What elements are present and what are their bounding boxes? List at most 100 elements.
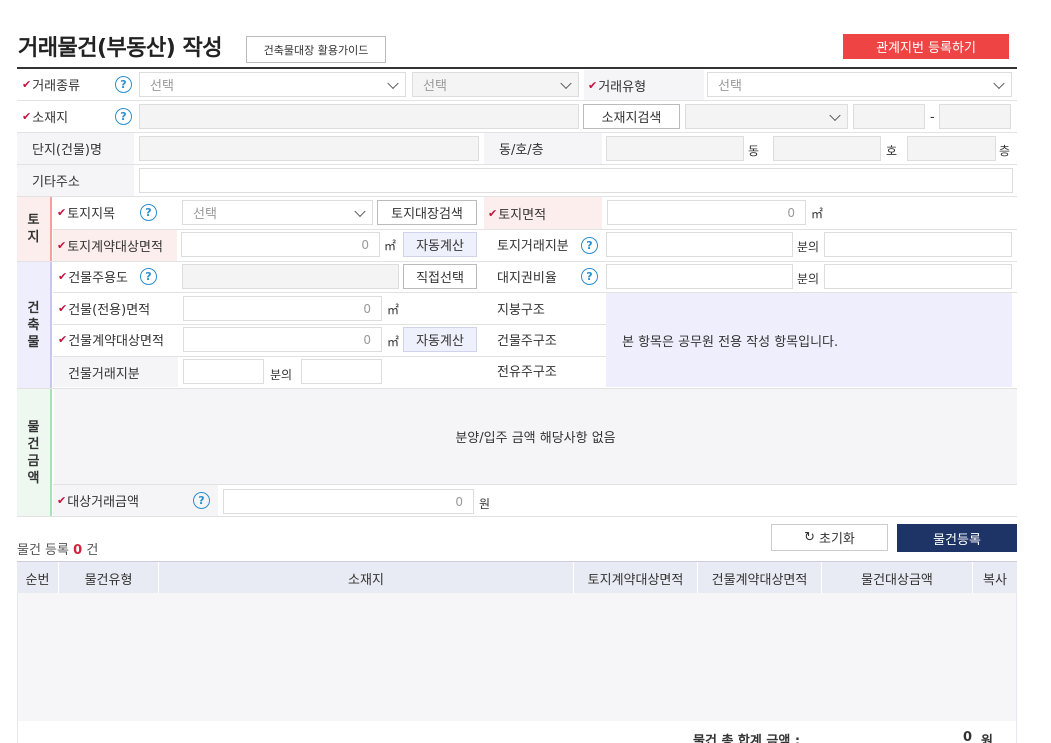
target-amount-input[interactable]: 0 [223,489,474,514]
land-area-label: ✔ 토지면적 [484,197,602,229]
target-amount-unit: 원 [479,497,491,511]
total-amount-unit: 원 [981,734,993,743]
chevron-down-icon [829,109,841,121]
page-title: 거래물건(부동산) 작성 [18,36,222,61]
ho-input[interactable] [773,136,881,161]
total-amount-value: 0 [963,730,973,743]
jibun-dash: - [930,110,935,125]
land-category-select[interactable]: 선택 [182,200,373,225]
chevron-down-icon [993,77,1005,89]
land-share-denominator-input[interactable] [824,232,1012,257]
direct-select-button[interactable]: 직접선택 [403,264,477,289]
help-icon[interactable]: ? [115,76,132,93]
dong-input[interactable] [606,136,744,161]
help-icon[interactable]: ? [581,268,598,285]
complex-name-label: 단지(건물)명 [17,133,134,164]
building-contract-area-label: ✔ 건물계약대상면적 [58,333,164,349]
help-icon[interactable]: ? [193,492,210,509]
building-share-numerator-input[interactable] [183,359,264,384]
ho-unit: 호 [886,144,898,158]
land-right-ratio-label: 대지권비율 [497,271,557,286]
land-area-unit: ㎡ [811,207,824,221]
col-item-amount: 물건대상금액 [822,562,973,594]
deal-kind-sub-select[interactable]: 선택 [412,72,579,97]
building-usage-label: ✔ 건물주용도 [58,270,129,286]
register-item-button[interactable]: 물건등록 [897,524,1017,552]
land-right-denominator-input[interactable] [824,264,1012,289]
item-table-header: 순번 물건유형 소재지 토지계약대상면적 건물계약대상면적 물건대상금액 복사 [17,561,1017,594]
land-share-label: 토지거래지분 [497,239,569,254]
help-icon[interactable]: ? [140,268,157,285]
help-icon[interactable]: ? [115,108,132,125]
col-seq: 순번 [17,562,59,594]
required-check-icon: ✔ [488,206,498,220]
land-area-input[interactable]: 0 [607,200,806,225]
main-structure-label: 건물주구조 [497,334,557,349]
land-right-unit: 분의 [797,272,820,286]
deal-type-label: ✔ 거래유형 [584,70,704,100]
required-check-icon: ✔ [58,270,68,283]
location-search-button[interactable]: 소재지검색 [583,104,680,129]
help-icon[interactable]: ? [581,237,598,254]
jibun-sub-input[interactable] [939,104,1011,129]
building-exclusive-area-input[interactable]: 0 [183,296,382,321]
land-section-label: 토지 [17,197,52,261]
etc-address-label: 기타주소 [17,165,134,196]
location-label: ✔ 소재지 [22,110,69,126]
building-auto-calc-button[interactable]: 자동계산 [403,327,477,352]
register-related-jibun-button[interactable]: 관계지번 등록하기 [843,34,1009,59]
land-ledger-search-button[interactable]: 토지대장검색 [377,200,477,225]
location-detail-select[interactable] [685,104,848,129]
header-divider [17,67,1017,69]
required-check-icon: ✔ [588,78,598,92]
land-contract-area-label: ✔ 토지계약대상면적 [53,230,177,261]
land-contract-area-unit: ㎡ [384,239,397,253]
required-check-icon: ✔ [57,494,67,507]
required-check-icon: ✔ [57,239,67,252]
jibun-main-input[interactable] [853,104,925,129]
total-amount-label: 물건 총 합계 금액 : [693,734,801,743]
item-table-footer: 물건 총 합계 금액 : 0 원 [17,721,1017,743]
reset-button[interactable]: ↻ 초기화 [771,524,888,551]
dong-ho-floor-label: 동/호/층 [484,133,602,164]
roof-structure-label: 지붕구조 [497,303,545,318]
refresh-icon: ↻ [804,530,815,545]
col-location: 소재지 [159,562,574,594]
required-check-icon: ✔ [22,110,32,123]
land-auto-calc-button[interactable]: 자동계산 [403,232,477,257]
complex-name-input[interactable] [139,136,479,161]
item-count-value: 0 [73,543,83,558]
building-share-label: 건물거래지분 [53,357,178,387]
deal-kind-select[interactable]: 선택 [139,72,406,97]
building-exclusive-area-unit: ㎡ [387,303,400,317]
floor-input[interactable] [907,136,996,161]
building-contract-area-unit: ㎡ [387,335,400,349]
land-share-numerator-input[interactable] [606,232,793,257]
col-copy: 복사 [983,572,1007,588]
building-usage-input[interactable] [182,264,399,289]
price-section-label: 물건금액 [17,389,52,516]
land-category-label: ✔ 토지지목 [57,206,116,222]
price-not-applicable-message: 분양/입주 금액 해당사항 없음 [455,431,616,446]
land-right-numerator-input[interactable] [606,264,793,289]
deal-type-select[interactable]: 선택 [707,72,1012,97]
col-land-contract-area: 토지계약대상면적 [574,562,698,594]
required-check-icon: ✔ [58,333,68,346]
building-share-denominator-input[interactable] [301,359,382,384]
col-building-contract-area: 건물계약대상면적 [698,562,822,594]
location-input[interactable] [139,104,579,129]
chevron-down-icon [387,77,399,89]
help-icon[interactable]: ? [140,204,157,221]
building-ledger-guide-button[interactable]: 건축물대장 활용가이드 [246,36,386,63]
land-contract-area-input[interactable]: 0 [181,232,380,257]
price-not-applicable-panel: 분양/입주 금액 해당사항 없음 [54,389,1017,484]
item-table-body [17,593,1017,721]
building-share-unit: 분의 [270,368,293,382]
required-check-icon: ✔ [57,206,67,219]
building-contract-area-input[interactable]: 0 [183,327,382,352]
item-count: 물건 등록 0 건 [17,543,99,558]
etc-address-input[interactable] [139,168,1013,193]
land-share-unit: 분의 [797,240,820,254]
deal-kind-label: ✔ 거래종류 [22,78,81,94]
col-item-type: 물건유형 [59,562,159,594]
